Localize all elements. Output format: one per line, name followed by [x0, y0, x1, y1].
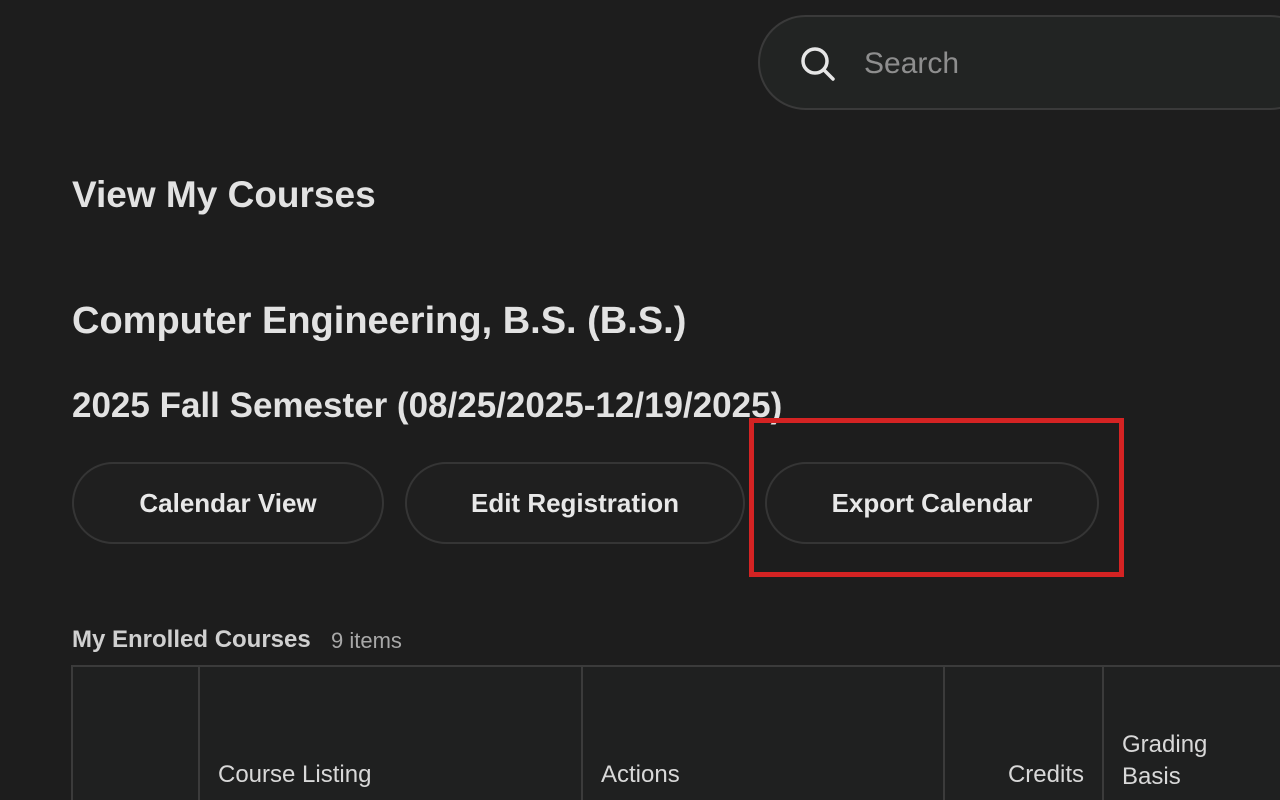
edit-registration-button[interactable]: Edit Registration — [405, 462, 745, 544]
search-input[interactable] — [864, 39, 1264, 89]
calendar-view-button[interactable]: Calendar View — [72, 462, 384, 544]
export-calendar-button[interactable]: Export Calendar — [765, 462, 1099, 544]
table-header-select[interactable] — [73, 667, 200, 800]
table-header-course-listing-label: Course Listing — [218, 761, 372, 788]
enrolled-courses-table: Course Listing Actions Credits Grading B… — [71, 665, 1280, 800]
enrolled-courses-label: My Enrolled Courses — [72, 626, 311, 653]
search-bar[interactable] — [758, 15, 1280, 110]
search-icon — [801, 47, 835, 81]
program-title: Computer Engineering, B.S. (B.S.) — [72, 300, 687, 342]
page-title: View My Courses — [72, 174, 376, 215]
page: View My Courses Computer Engineering, B.… — [0, 0, 1280, 800]
table-header-course-listing[interactable]: Course Listing — [200, 667, 583, 800]
table-header-grading-basis-label: Grading Basis — [1122, 731, 1208, 790]
table-header-actions[interactable]: Actions — [583, 667, 945, 800]
semester-title: 2025 Fall Semester (08/25/2025-12/19/202… — [72, 386, 783, 425]
table-header-credits-label: Credits — [1007, 761, 1084, 788]
table-header-actions-label: Actions — [601, 761, 680, 788]
table-header-credits[interactable]: Credits — [945, 667, 1104, 800]
enrolled-courses-count: 9 items — [331, 628, 402, 653]
table-header-grading-basis[interactable]: Grading Basis — [1104, 667, 1280, 800]
